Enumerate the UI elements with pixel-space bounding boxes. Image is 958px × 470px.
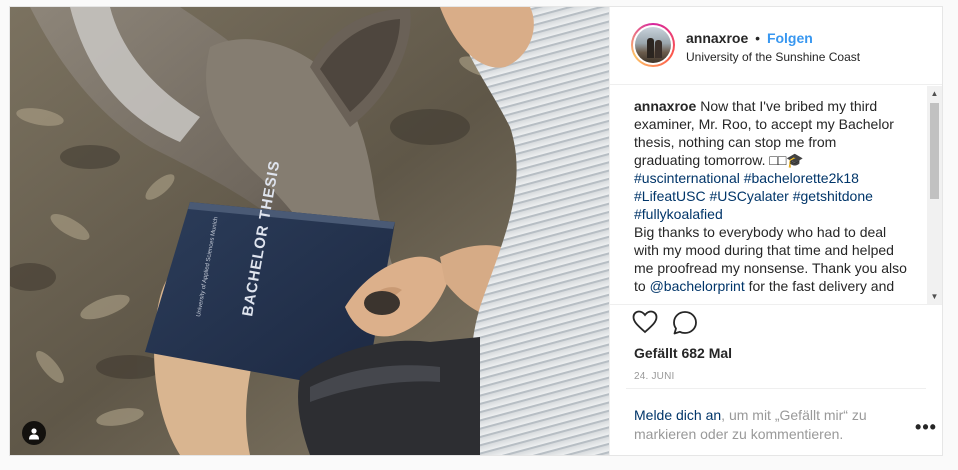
scroll-up-arrow-icon[interactable]: ▲ [927,86,942,101]
login-prompt: Melde dich an, um mit „Gefällt mir“ zu m… [626,388,936,455]
caption-text: to [634,278,650,294]
user-tag-icon[interactable] [22,421,46,445]
post-header: annaxroe • Folgen University of the Suns… [610,7,942,85]
separator-dot: • [755,30,761,46]
caption-scrollbar[interactable]: ▲ ▼ [927,86,942,304]
post-photo-scene: BACHELOR THESIS University of Applied Sc… [10,7,609,455]
avatar[interactable] [631,23,675,67]
caption-line: examiner, Mr. Roo, to accept my Bachelor [634,116,894,132]
hashtag-line[interactable]: #fullykoalafied [634,205,910,223]
instagram-post: BACHELOR THESIS University of Applied Sc… [9,6,943,456]
more-options-icon[interactable]: ••• [914,417,938,437]
caption-line: Now that I've bribed my third [700,98,878,114]
username-row: annaxroe • Folgen [686,30,813,46]
hashtag-line[interactable]: #uscinternational #bachelorette2k18 [634,169,910,187]
post-sidebar: annaxroe • Folgen University of the Suns… [609,7,942,455]
caption-line: thesis, nothing can stop me from [634,134,837,150]
caption-line: with my mood during that time and helped [634,242,894,258]
username-link[interactable]: annaxroe [686,30,748,46]
heart-icon[interactable] [632,310,660,338]
caption-line: me proofread my nonsense. Thank you also [634,260,907,276]
post-date: 24. JUNI [634,371,675,382]
caption-line: graduating tomorrow. □□🎓 [634,152,804,168]
caption-line: Big thanks to everybody who had to deal [634,224,887,240]
login-link[interactable]: Melde dich an [634,407,721,423]
like-count[interactable]: Gefällt 682 Mal [634,345,732,361]
caption: annaxroe Now that I've bribed my third ex… [634,97,910,295]
comment-icon[interactable] [672,310,700,338]
mention-link[interactable]: @bachelorprint [650,278,745,294]
scroll-down-arrow-icon[interactable]: ▼ [927,289,942,304]
caption-text: for the fast delivery and [744,278,895,294]
caption-area: annaxroe Now that I've bribed my third ex… [610,86,942,305]
follow-button[interactable]: Folgen [767,30,813,46]
login-text: Melde dich an, um mit „Gefällt mir“ zu m… [634,406,874,444]
hashtag-line[interactable]: #LifeatUSC #USCyalater #getshitdone [634,187,910,205]
post-photo[interactable]: BACHELOR THESIS University of Applied Sc… [10,7,609,455]
caption-username[interactable]: annaxroe [634,98,696,114]
scroll-thumb[interactable] [930,103,939,199]
location-link[interactable]: University of the Sunshine Coast [686,50,860,64]
